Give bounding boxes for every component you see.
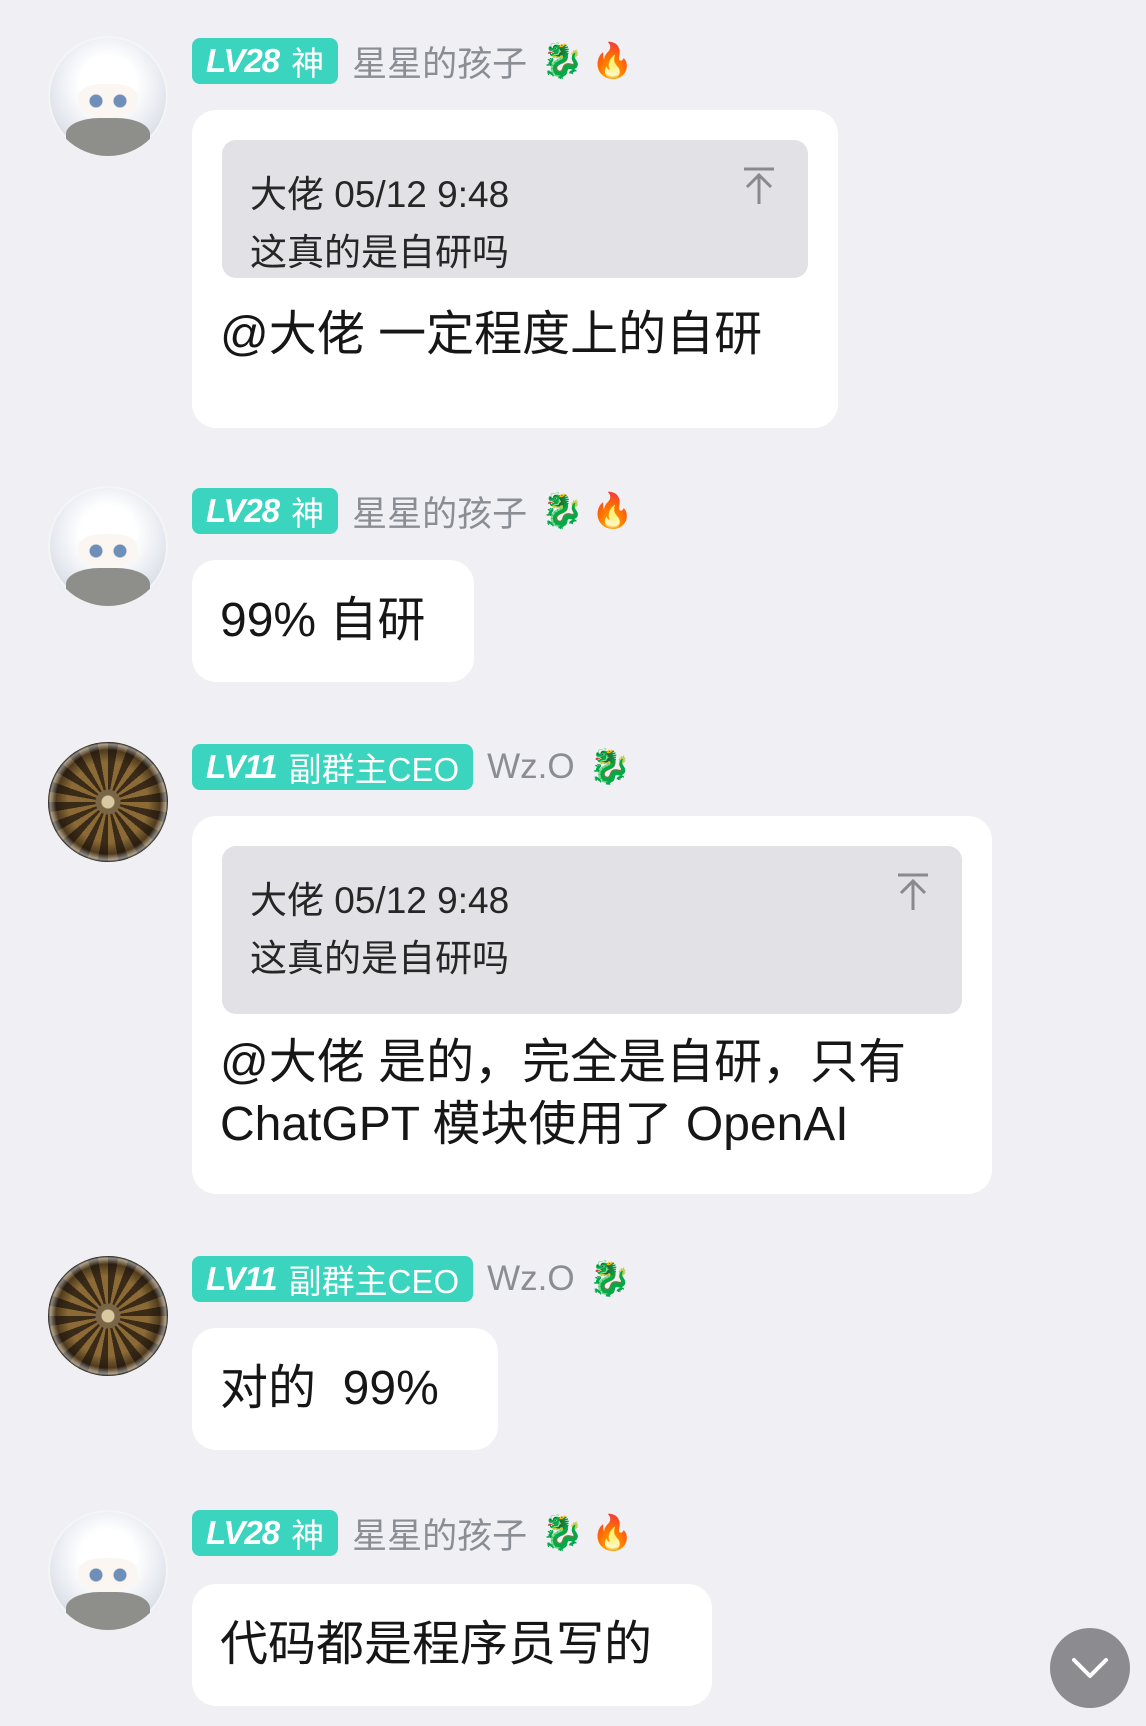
quote-author-time: 大佬 05/12 9:48: [250, 174, 510, 215]
sender-nickname[interactable]: 星星的孩子: [352, 1508, 527, 1559]
sender-nickname[interactable]: 星星的孩子: [352, 486, 527, 537]
level-text: LV11: [206, 1260, 278, 1297]
level-text: LV28: [206, 42, 280, 79]
decorations: 🐉 🔥: [541, 1513, 634, 1553]
level-badge[interactable]: LV28 神: [192, 1510, 339, 1556]
member-title: 副群主CEO: [288, 1263, 460, 1300]
level-badge[interactable]: LV28 神: [192, 488, 339, 534]
sender-nickname[interactable]: 星星的孩子: [352, 36, 527, 87]
fire-icon: 🔥: [591, 1513, 634, 1553]
avatar[interactable]: [48, 36, 168, 156]
decorations: 🐉 🔥: [541, 491, 634, 531]
message-bubble[interactable]: 对的 99%: [192, 1328, 498, 1450]
scroll-to-bottom-button[interactable]: [1050, 1628, 1130, 1708]
message-bubble[interactable]: 大佬 05/12 9:48 这真的是自研吗 @大佬 一定程度上的自研: [192, 110, 838, 428]
sender-line: LV28 神 星星的孩子 🐉 🔥: [192, 38, 634, 84]
quote-author-time: 大佬 05/12 9:48: [250, 880, 510, 921]
avatar[interactable]: [48, 1510, 168, 1630]
member-title: 神: [291, 495, 325, 532]
message-text-line: @大佬 是的，完全是自研，只有: [220, 1036, 907, 1089]
member-title: 神: [291, 1517, 325, 1554]
message-bubble[interactable]: 99% 自研: [192, 560, 474, 682]
dragon-icon: 🐉: [541, 41, 584, 81]
jump-to-quote-icon[interactable]: [742, 166, 776, 206]
level-text: LV28: [206, 1514, 280, 1551]
sender-line: LV28 神 星星的孩子 🐉 🔥: [192, 488, 634, 534]
level-badge[interactable]: LV28 神: [192, 38, 339, 84]
member-title: 神: [291, 45, 325, 82]
quote-text: 这真的是自研吗: [250, 232, 509, 273]
decorations: 🐉: [589, 747, 631, 787]
decorations: 🐉: [589, 1259, 631, 1299]
level-text: LV11: [206, 748, 278, 785]
quoted-message[interactable]: 大佬 05/12 9:48 这真的是自研吗: [222, 846, 962, 1014]
message-text: 对的 99%: [220, 1362, 439, 1415]
message-bubble[interactable]: 代码都是程序员写的: [192, 1584, 712, 1706]
quoted-message[interactable]: 大佬 05/12 9:48 这真的是自研吗: [222, 140, 808, 278]
dragon-icon: 🐉: [588, 1259, 631, 1299]
message-text: 代码都是程序员写的: [220, 1618, 653, 1671]
avatar[interactable]: [48, 486, 168, 606]
fire-icon: 🔥: [591, 491, 634, 531]
message-text: @大佬 一定程度上的自研: [220, 308, 763, 361]
level-badge[interactable]: LV11 副群主CEO: [192, 1256, 474, 1302]
sender-nickname[interactable]: Wz.O: [487, 1259, 574, 1299]
dragon-icon: 🐉: [541, 1513, 584, 1553]
sender-line: LV28 神 星星的孩子 🐉 🔥: [192, 1510, 634, 1556]
chevron-down-icon: [1072, 1658, 1108, 1678]
dragon-icon: 🐉: [588, 747, 631, 787]
quote-text: 这真的是自研吗: [250, 938, 509, 979]
sender-nickname[interactable]: Wz.O: [487, 747, 574, 787]
fire-icon: 🔥: [591, 41, 634, 81]
decorations: 🐉 🔥: [541, 41, 634, 81]
level-badge[interactable]: LV11 副群主CEO: [192, 744, 474, 790]
message-bubble[interactable]: 大佬 05/12 9:48 这真的是自研吗 @大佬 是的，完全是自研，只有 Ch…: [192, 816, 992, 1194]
avatar[interactable]: [48, 742, 168, 862]
message-text: @大佬 是的，完全是自研，只有 ChatGPT 模块使用了 OpenAI: [192, 1014, 992, 1178]
jump-to-quote-icon[interactable]: [896, 872, 930, 912]
member-title: 副群主CEO: [288, 751, 460, 788]
sender-line: LV11 副群主CEO Wz.O 🐉: [192, 744, 631, 790]
message-text-line: ChatGPT 模块使用了 OpenAI: [220, 1098, 849, 1151]
sender-line: LV11 副群主CEO Wz.O 🐉: [192, 1256, 631, 1302]
message-text: 99% 自研: [220, 594, 426, 647]
level-text: LV28: [206, 492, 280, 529]
avatar[interactable]: [48, 1256, 168, 1376]
dragon-icon: 🐉: [541, 491, 584, 531]
